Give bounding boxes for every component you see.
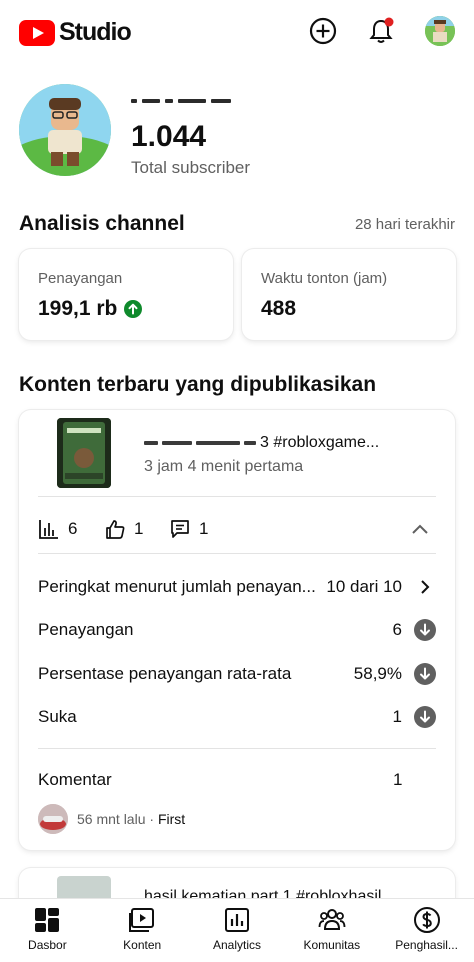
comment-tag: First (157, 811, 186, 827)
nav-content[interactable]: Konten (95, 899, 190, 962)
analytics-icon (224, 908, 249, 932)
thumbs-up-icon (106, 520, 125, 539)
views-count: 6 (68, 519, 78, 538)
row-value: 6 (392, 620, 402, 639)
comments-total: 1 (393, 770, 403, 789)
row-value: 1 (392, 707, 402, 726)
views-row[interactable]: Penayangan 6 (38, 616, 436, 644)
subscriber-label: Total subscriber (131, 158, 251, 177)
commenter-avatar (38, 804, 68, 834)
redacted-text (144, 441, 158, 445)
top-bar: Studio (0, 0, 474, 64)
nav-community[interactable]: Komunitas (284, 899, 379, 962)
analysis-title: Analisis channel (19, 212, 185, 235)
views-label: Penayangan (38, 270, 123, 287)
dashboard-icon (35, 908, 60, 932)
comments-label[interactable]: Komentar (38, 770, 112, 790)
subscriber-count: 1.044 (131, 120, 207, 153)
row-value: 58,9% (353, 664, 402, 683)
nav-label: Komunitas (303, 938, 361, 952)
bell-icon[interactable] (366, 16, 396, 46)
nav-label: Dasbor (28, 938, 67, 952)
row-label: Persentase penayangan rata-rata (38, 664, 292, 683)
nav-earn[interactable]: Penghasil... (379, 899, 474, 962)
add-icon[interactable] (308, 16, 338, 46)
ranking-row[interactable]: Peringkat menurut jumlah penayan... 10 d… (38, 573, 436, 601)
down-circle-icon (414, 619, 436, 641)
watch-time-stat-card[interactable]: Waktu tonton (jam) 488 (242, 249, 456, 340)
row-label: Peringkat menurut jumlah penayan... (38, 577, 316, 596)
nav-label: Konten (123, 938, 162, 952)
analysis-period: 28 hari terakhir (354, 216, 455, 233)
watch-time-value: 488 (261, 297, 297, 320)
bar-chart-icon (39, 520, 58, 539)
video-time: 3 jam 4 menit pertama (144, 458, 304, 475)
recent-video-card: 3 #robloxgame... 3 jam 4 menit pertama 6… (19, 410, 455, 850)
views-stat-card[interactable]: Penayangan 199,1 rb (19, 249, 233, 340)
comments-metric: 1 (169, 518, 208, 540)
nav-label: Penghasil... (395, 938, 458, 952)
bottom-nav: Dasbor Konten Analytics Komunitas Pengha… (0, 898, 474, 962)
divider (38, 748, 436, 749)
content-icon (129, 908, 155, 932)
comment-meta: 56 mnt lalu · First (77, 811, 185, 827)
comment-time: 56 mnt lalu (77, 811, 146, 827)
chevron-right-icon (414, 576, 436, 598)
studio-logo[interactable]: Studio (19, 18, 132, 47)
comment-icon (171, 520, 189, 538)
avg-view-percentage-row[interactable]: Persentase penayangan rata-rata 58,9% (38, 660, 436, 688)
watch-time-label: Waktu tonton (jam) (261, 270, 388, 287)
video-title[interactable]: 3 #robloxgame... (144, 434, 434, 452)
down-circle-icon (414, 706, 436, 728)
views-value-wrap: 199,1 rb (38, 297, 143, 321)
divider (38, 553, 436, 554)
nav-dashboard[interactable]: Dasbor (0, 899, 95, 962)
redacted-text (162, 441, 192, 445)
redacted-text (196, 441, 240, 445)
channel-name-redacted (131, 92, 255, 104)
redacted-text (244, 441, 256, 445)
row-label: Suka (38, 707, 77, 726)
video-title-text: 3 #robloxgame... (260, 434, 380, 451)
divider (38, 496, 436, 497)
earn-icon (413, 907, 440, 933)
views-value: 199,1 rb (38, 297, 118, 320)
likes-metric: 1 (104, 518, 143, 540)
row-value: 10 dari 10 (326, 577, 402, 596)
nav-label: Analytics (212, 938, 261, 952)
channel-avatar[interactable] (19, 84, 111, 176)
video-thumbnail[interactable] (57, 418, 111, 488)
youtube-play-icon (19, 19, 55, 46)
likes-row[interactable]: Suka 1 (38, 703, 436, 731)
notification-dot (384, 17, 394, 27)
account-avatar[interactable] (425, 16, 455, 46)
down-circle-icon (414, 663, 436, 685)
likes-count: 1 (134, 519, 144, 538)
nav-analytics[interactable]: Analytics (190, 899, 285, 962)
comments-count: 1 (199, 519, 209, 538)
recent-content-title: Konten terbaru yang dipublikasikan (19, 373, 377, 396)
trend-up-icon (124, 300, 143, 318)
row-label: Penayangan (38, 620, 134, 639)
views-metric: 6 (38, 518, 77, 540)
logo-text: Studio (59, 18, 132, 46)
chevron-up-icon[interactable] (409, 518, 431, 540)
comment-separator: · (149, 811, 155, 827)
community-icon (318, 909, 346, 930)
